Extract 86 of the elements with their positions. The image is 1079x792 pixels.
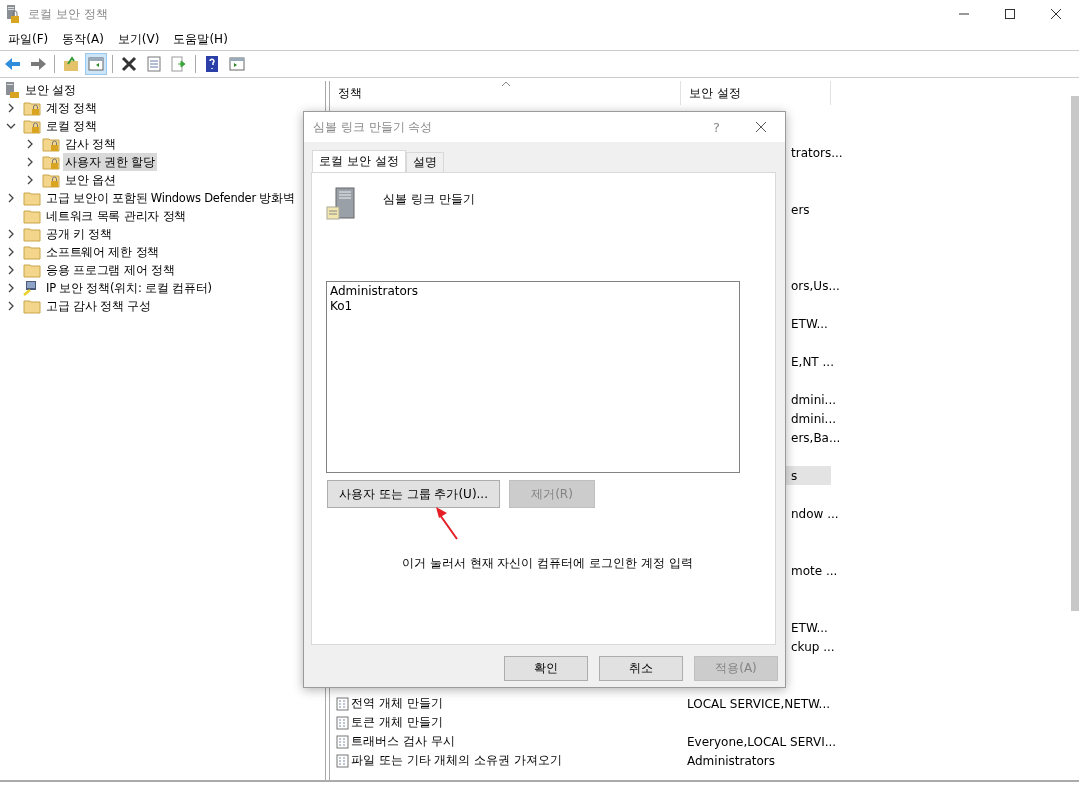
policy-name[interactable]: 파일 또는 기타 개체의 소유권 가져오기 xyxy=(351,752,563,769)
setting-cell-text: ndow ... xyxy=(791,505,839,523)
tree-item[interactable]: 사용자 권한 할당 xyxy=(63,153,157,171)
chevron-right-icon[interactable] xyxy=(6,103,16,113)
tree-item[interactable]: 고급 감사 정책 구성 xyxy=(44,297,153,315)
policy-name[interactable]: 트래버스 검사 무시 xyxy=(351,733,455,750)
app-icon xyxy=(6,5,20,23)
folder-icon xyxy=(23,190,41,206)
folder-icon xyxy=(23,298,41,314)
chevron-right-icon[interactable] xyxy=(6,283,16,293)
close-icon[interactable] xyxy=(755,121,767,133)
tab[interactable]: 로컬 보안 설정 xyxy=(312,150,406,172)
menu-item[interactable]: 파일(F) xyxy=(8,30,49,48)
tree-item[interactable]: 계정 정책 xyxy=(44,99,99,117)
locked-folder-icon xyxy=(23,118,41,134)
dialog-button[interactable]: 취소 xyxy=(599,656,683,681)
setting-cell-text: ers xyxy=(791,201,810,219)
chevron-right-icon[interactable] xyxy=(6,265,16,275)
setting-cell-text: ETW... xyxy=(791,315,828,333)
locked-folder-icon xyxy=(42,172,60,188)
tree-item[interactable]: IP 보안 정책(위치: 로컬 컴퓨터) xyxy=(44,279,214,297)
setting-cell-text: ckup ... xyxy=(791,638,835,656)
folder-icon xyxy=(23,244,41,260)
chevron-right-icon[interactable] xyxy=(6,301,16,311)
annotation-text: 이거 눌러서 현재 자신이 컴퓨터에 로그인한 계정 입력 xyxy=(402,555,694,572)
dialog-button[interactable]: 확인 xyxy=(504,656,588,681)
locked-folder-icon xyxy=(42,154,60,170)
menu-item[interactable]: 도움말(H) xyxy=(173,30,228,48)
list-item[interactable]: Ko1 xyxy=(330,299,736,314)
tree-item[interactable]: 응용 프로그램 제어 정책 xyxy=(44,261,177,279)
tree-item[interactable]: 로컬 정책 xyxy=(44,117,99,135)
policy-name[interactable]: 토큰 개체 만들기 xyxy=(351,714,443,731)
setting-cell-text: mote ... xyxy=(791,562,838,580)
list-item[interactable]: Administrators xyxy=(330,284,736,299)
policy-icon xyxy=(336,696,349,711)
close-icon[interactable] xyxy=(1050,8,1062,20)
chevron-right-icon[interactable] xyxy=(6,229,16,239)
chevron-right-icon[interactable] xyxy=(25,139,35,149)
setting-cell-text: Everyone,LOCAL SERVI... xyxy=(686,733,837,751)
setting-cell-text: dmini... xyxy=(791,391,837,409)
setting-cell-text: ers,Ba... xyxy=(791,429,841,447)
menu-item[interactable]: 보기(V) xyxy=(117,30,160,48)
chevron-right-icon[interactable] xyxy=(25,157,35,167)
folder-icon xyxy=(23,208,41,224)
members-list[interactable]: Administrators Ko1 xyxy=(326,281,740,473)
policy-icon xyxy=(336,753,349,768)
setting-cell-text: E,NT ... xyxy=(791,353,834,371)
policy-name[interactable]: 전역 개체 만들기 xyxy=(351,695,443,712)
folder-icon xyxy=(23,226,41,242)
locked-folder-icon xyxy=(42,136,60,152)
tree-item[interactable]: 감사 정책 xyxy=(63,135,118,153)
chevron-right-icon[interactable] xyxy=(25,175,35,185)
tree-item[interactable]: 소프트웨어 제한 정책 xyxy=(44,243,162,261)
tree-item[interactable]: 공개 키 정책 xyxy=(44,225,114,243)
folder-icon xyxy=(23,262,41,278)
setting-cell-text: ETW... xyxy=(791,619,828,637)
tab[interactable]: 설명 xyxy=(405,152,444,172)
tree-item[interactable]: 고급 보안이 포함된 Windows Defender 방화벽 xyxy=(44,189,297,207)
chevron-down-icon[interactable] xyxy=(6,121,16,131)
action-button[interactable]: 사용자 또는 그룹 추가(U)... xyxy=(327,480,500,508)
server-lock-icon xyxy=(4,82,20,98)
chevron-right-icon[interactable] xyxy=(6,247,16,257)
setting-cell-text: Administrators xyxy=(686,752,776,770)
help-button[interactable]: ? xyxy=(713,119,720,135)
column-header[interactable]: 정책 xyxy=(330,81,681,105)
tree-item[interactable]: 보안 설정 xyxy=(23,81,78,99)
policy-icon xyxy=(336,734,349,749)
setting-cell-text: s xyxy=(791,467,798,485)
window-title: 로컬 보안 정책 xyxy=(28,5,108,23)
setting-cell-text: LOCAL SERVICE,NETW... xyxy=(686,695,830,713)
locked-folder-icon xyxy=(23,100,41,116)
server-icon xyxy=(326,187,358,221)
setting-cell-text: dmini... xyxy=(791,410,837,428)
tree-item[interactable]: 네트워크 목록 관리자 정책 xyxy=(44,207,189,225)
menu-item[interactable]: 동작(A) xyxy=(62,30,104,48)
policy-title: 심볼 링크 만들기 xyxy=(383,191,475,208)
sort-caret-icon xyxy=(501,81,511,87)
column-header[interactable]: 보안 설정 xyxy=(681,81,831,105)
setting-cell-text: ors,Us... xyxy=(791,277,840,295)
policy-icon xyxy=(336,715,349,730)
dialog-title: 심볼 링크 만들기 속성 xyxy=(313,118,433,136)
tree-item[interactable]: 보안 옵션 xyxy=(63,171,118,189)
chevron-right-icon[interactable] xyxy=(6,193,16,203)
annotation-arrow xyxy=(434,506,460,540)
maximize-icon[interactable] xyxy=(1004,8,1016,20)
setting-cell-text: trators... xyxy=(791,144,843,162)
